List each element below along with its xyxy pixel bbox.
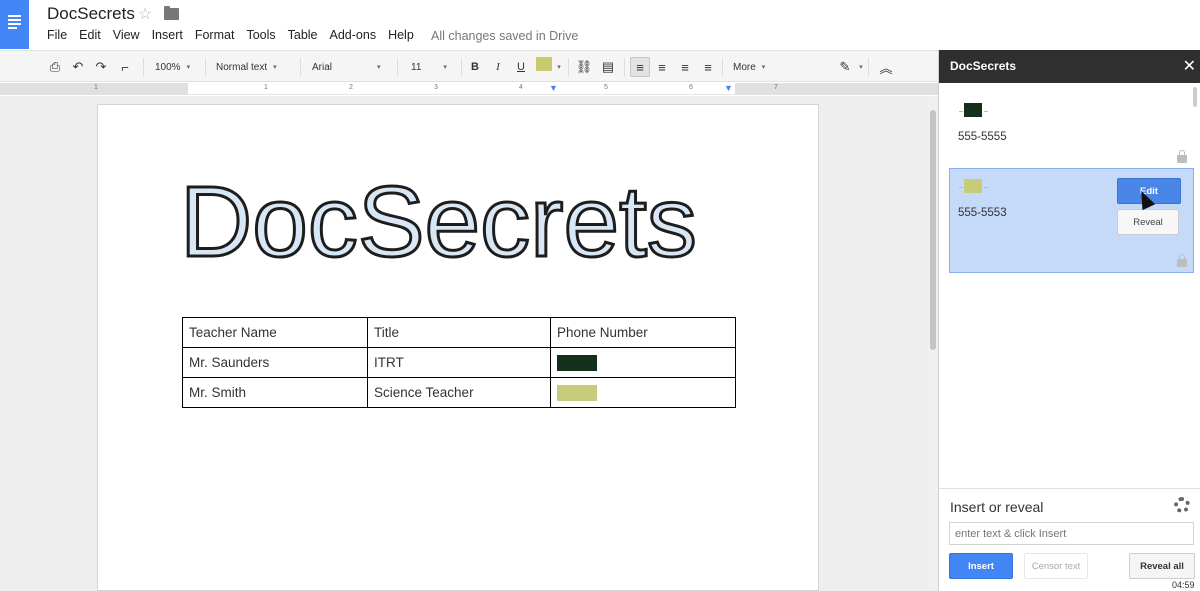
underline-icon[interactable]: U: [513, 57, 529, 77]
table-cell-title[interactable]: ITRT: [367, 347, 551, 378]
paint-format-icon[interactable]: ⌐: [117, 57, 133, 77]
sidebar-title: DocSecrets: [950, 59, 1017, 73]
align-right-icon[interactable]: ≡: [677, 57, 693, 77]
table-header-row: Teacher Name Title Phone Number: [182, 317, 736, 348]
ruler-label: 7: [774, 84, 778, 91]
bold-icon[interactable]: B: [467, 57, 483, 77]
lock-icon: [1177, 150, 1187, 163]
table-header-cell[interactable]: Phone Number: [550, 317, 736, 348]
align-left-icon[interactable]: ≡: [630, 57, 650, 77]
align-justify-icon[interactable]: ≡: [700, 57, 716, 77]
close-icon[interactable]: ✕: [1183, 56, 1196, 76]
insert-button[interactable]: Insert: [949, 553, 1013, 579]
video-timestamp: 04:59: [1172, 580, 1195, 590]
toolbar: ⎙ ↶ ↷ ⌐ 100% ▾ Normal text ▾ Arial ▾ 11 ▾ B …: [0, 50, 938, 82]
table-cell-title[interactable]: Science Teacher: [367, 377, 551, 408]
italic-icon[interactable]: I: [490, 57, 506, 77]
menu-insert[interactable]: Insert: [152, 28, 183, 42]
save-status: All changes saved in Drive: [431, 29, 579, 43]
ruler-label: 6: [689, 84, 693, 91]
font-value: Arial: [312, 61, 333, 73]
pencil-icon[interactable]: ✎: [837, 57, 853, 77]
secret-text-input[interactable]: [949, 522, 1194, 545]
more-label: More: [733, 61, 756, 73]
docsecrets-sidebar: DocSecrets ✕ 555-5555 555-5553 Edit Reve…: [938, 50, 1200, 591]
menu-table[interactable]: Table: [288, 28, 318, 42]
font-size-value: 11: [411, 61, 422, 73]
table-row: Mr. Smith Science Teacher: [182, 377, 736, 408]
ruler: 1 1 2 3 4 5 6 7 ▼ ▼: [0, 83, 938, 95]
teacher-table[interactable]: Teacher Name Title Phone Number Mr. Saun…: [182, 317, 736, 408]
menu-help[interactable]: Help: [388, 28, 414, 42]
censor-text-button[interactable]: Censor text: [1024, 553, 1088, 579]
censored-phone-swatch[interactable]: [557, 354, 597, 371]
menu-edit[interactable]: Edit: [79, 28, 101, 42]
table-header-cell[interactable]: Title: [367, 317, 551, 348]
ruler-label: 4: [519, 84, 523, 91]
document-scroll-thumb[interactable]: [930, 110, 936, 350]
indent-marker-icon[interactable]: ▼: [549, 83, 558, 93]
font-size-select[interactable]: 11 ▾: [411, 57, 447, 77]
censored-phone-swatch[interactable]: [557, 384, 597, 401]
secret-color-chip: [964, 179, 982, 193]
print-icon[interactable]: ⎙: [47, 57, 63, 77]
menu-file[interactable]: File: [47, 28, 67, 42]
ruler-label: 2: [349, 84, 353, 91]
redo-icon[interactable]: ↷: [93, 57, 109, 77]
folder-icon[interactable]: [164, 6, 179, 20]
more-button[interactable]: More ▾: [733, 57, 765, 77]
menu-format[interactable]: Format: [195, 28, 235, 42]
undo-icon[interactable]: ↶: [70, 57, 86, 77]
reveal-all-button[interactable]: Reveal all: [1129, 553, 1195, 579]
ruler-label: 3: [434, 84, 438, 91]
zoom-select[interactable]: 100% ▾: [155, 57, 190, 77]
lock-icon: [1177, 254, 1187, 267]
style-value: Normal text: [216, 61, 268, 73]
sidebar-header: DocSecrets ✕: [939, 50, 1200, 83]
comment-icon[interactable]: ▤: [600, 57, 616, 77]
table-cell-name[interactable]: Mr. Smith: [182, 377, 368, 408]
docs-logo-icon[interactable]: [0, 0, 29, 49]
zoom-value: 100%: [155, 61, 181, 73]
menu-add-ons[interactable]: Add-ons: [330, 28, 377, 42]
star-icon[interactable]: ☆: [138, 4, 152, 24]
sidebar-scrollbar[interactable]: [1193, 87, 1197, 107]
insert-or-reveal-label: Insert or reveal: [950, 499, 1044, 515]
table-cell-phone[interactable]: [550, 347, 736, 378]
secret-number: 555-5555: [958, 131, 1007, 143]
menu-bar: File Edit View Insert Format Tools Table…: [47, 28, 426, 42]
ruler-label: 1: [94, 84, 98, 91]
ruler-label: 1: [264, 84, 268, 91]
gear-icon[interactable]: [1174, 497, 1190, 513]
app-header: DocSecrets ☆ File Edit View Insert Forma…: [0, 0, 1200, 50]
table-header-cell[interactable]: Teacher Name: [182, 317, 368, 348]
menu-tools[interactable]: Tools: [246, 28, 275, 42]
table-row: Mr. Saunders ITRT: [182, 347, 736, 378]
reveal-button[interactable]: Reveal: [1117, 209, 1179, 235]
secret-color-chip: [964, 103, 982, 117]
highlight-color-icon[interactable]: [536, 57, 552, 71]
ruler-label: 5: [604, 84, 608, 91]
font-select[interactable]: Arial ▾: [312, 57, 381, 77]
table-cell-name[interactable]: Mr. Saunders: [182, 347, 368, 378]
collapse-icon[interactable]: ︽: [878, 57, 894, 77]
right-indent-marker-icon[interactable]: ▼: [724, 83, 733, 93]
secret-number: 555-5553: [958, 207, 1007, 219]
menu-view[interactable]: View: [113, 28, 140, 42]
table-cell-phone[interactable]: [550, 377, 736, 408]
align-center-icon[interactable]: ≡: [654, 57, 670, 77]
style-select[interactable]: Normal text ▾: [216, 57, 277, 77]
document-heading[interactable]: DocSecrets: [179, 171, 699, 274]
document-title[interactable]: DocSecrets: [47, 4, 135, 24]
highlight-dropdown-icon[interactable]: ▾: [551, 57, 567, 77]
link-icon[interactable]: ⛓: [576, 57, 593, 77]
edit-mode-dropdown-icon[interactable]: ▾: [853, 57, 869, 77]
